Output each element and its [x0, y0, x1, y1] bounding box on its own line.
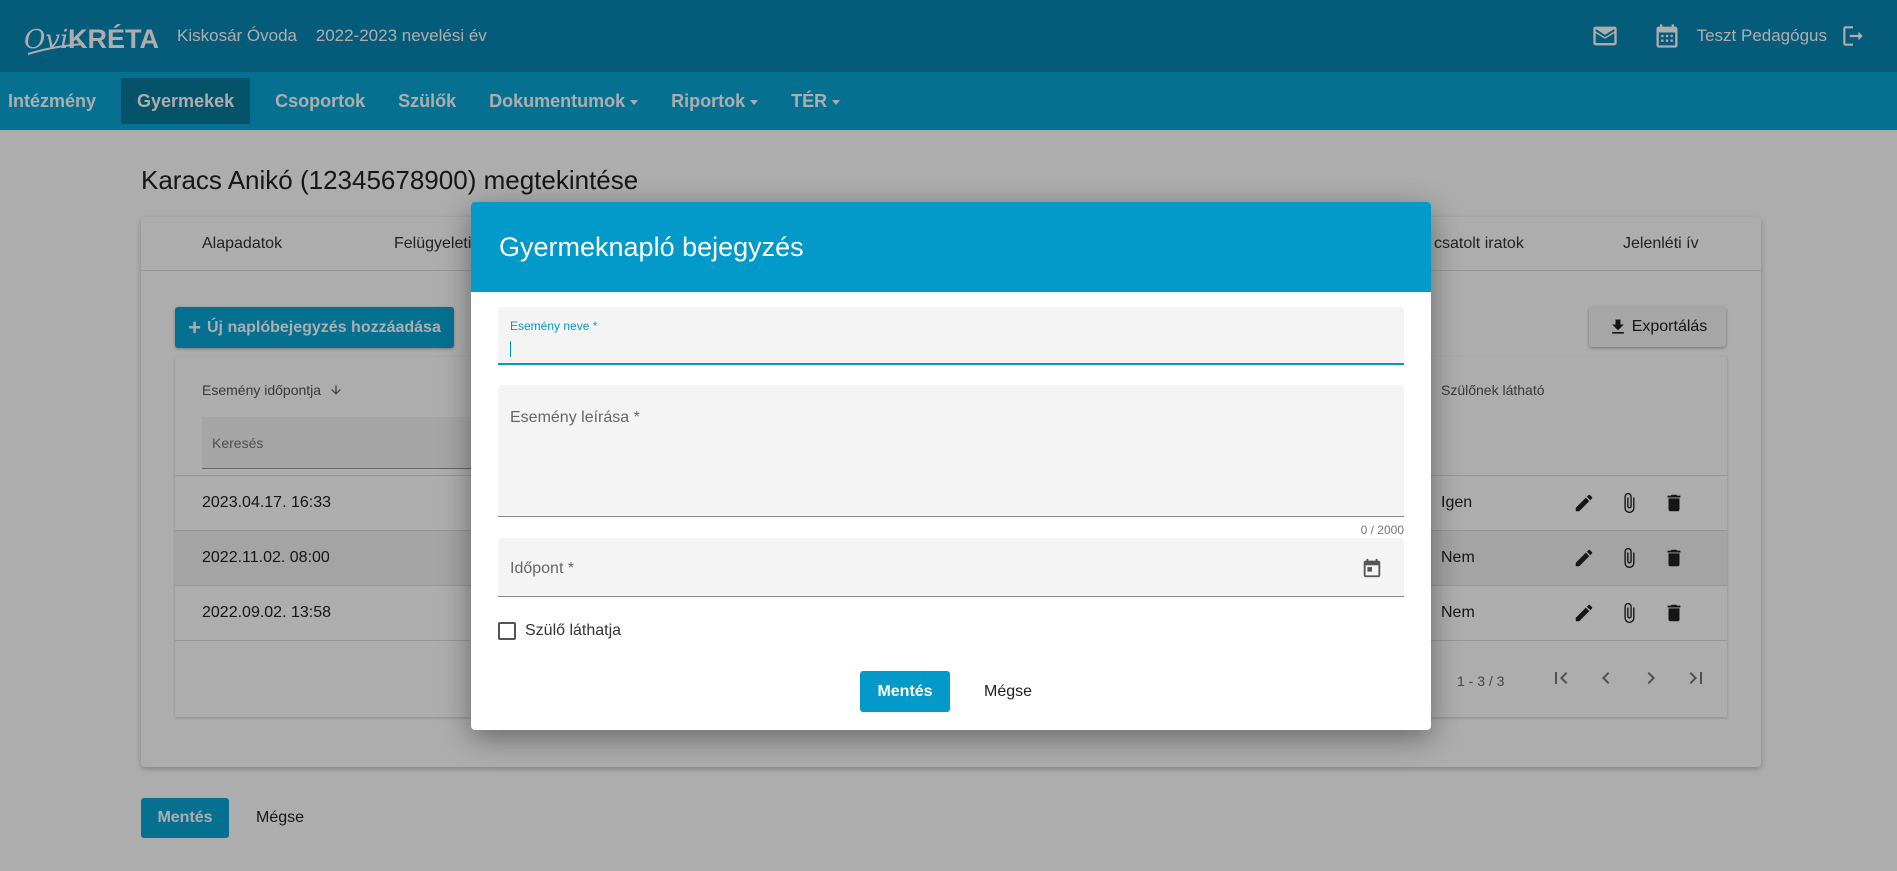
event-description-field[interactable]: Esemény leírása *: [498, 385, 1404, 517]
text-cursor: [510, 341, 511, 357]
event-time-label: Időpont *: [510, 560, 575, 577]
event-time-field[interactable]: Időpont *: [498, 538, 1404, 597]
dialog-header: Gyermeknapló bejegyzés: [471, 202, 1431, 292]
event-description-label: Esemény leírása *: [510, 409, 640, 426]
dialog-title: Gyermeknapló bejegyzés: [499, 232, 804, 262]
checkbox-box[interactable]: [498, 622, 516, 640]
dialog-save-button[interactable]: Mentés: [860, 671, 950, 712]
journal-entry-dialog: Gyermeknapló bejegyzés Esemény neve * Es…: [471, 202, 1431, 730]
parent-visible-checkbox[interactable]: Szülő láthatja: [498, 622, 621, 640]
event-name-field[interactable]: Esemény neve *: [498, 307, 1404, 365]
calendar-icon[interactable]: [1360, 556, 1384, 580]
event-name-label: Esemény neve *: [510, 319, 598, 333]
parent-visible-label: Szülő láthatja: [525, 622, 622, 639]
character-counter: 0 / 2000: [1360, 523, 1404, 537]
dialog-cancel-button[interactable]: Mégse: [976, 671, 1040, 712]
